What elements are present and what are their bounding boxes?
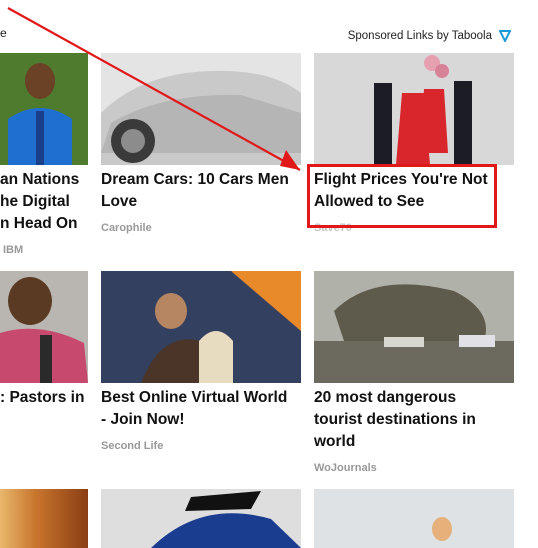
red-annotation-arrow [7,7,301,171]
